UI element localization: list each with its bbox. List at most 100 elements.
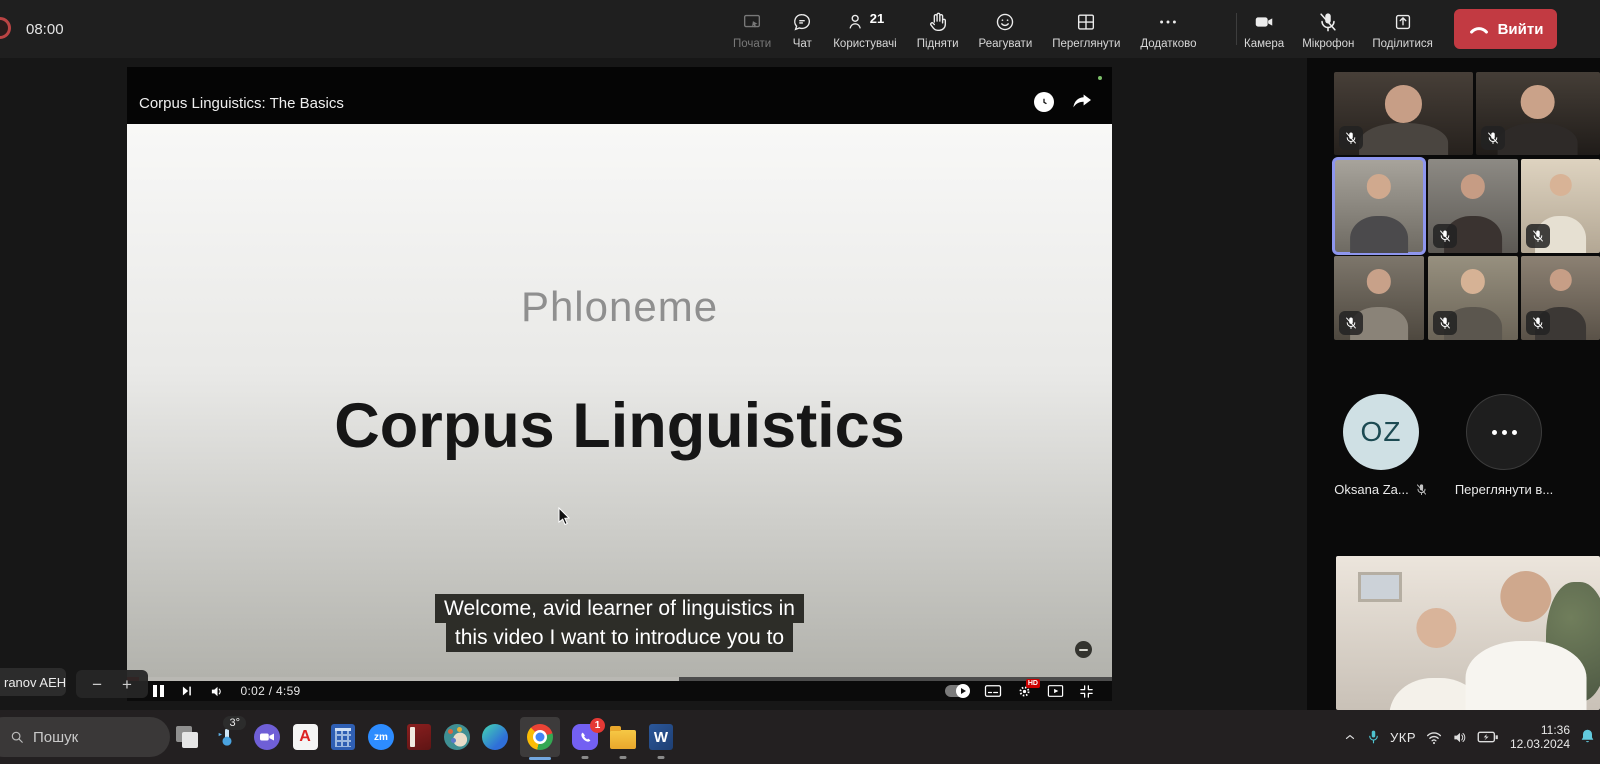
camera-button[interactable]: Камера [1244, 9, 1284, 50]
more-participants-button[interactable] [1466, 394, 1542, 470]
video-content[interactable]: Phloneme Corpus Linguistics Welcome, avi… [127, 124, 1112, 677]
task-view-button[interactable] [174, 724, 200, 750]
teams-meeting-window: 08:00 Почати Чат [0, 0, 1600, 764]
participants-sidebar: OZ Oksana Za... Переглянути в... [1307, 58, 1600, 710]
participant-tile[interactable] [1476, 72, 1600, 155]
taskbar-edge-button[interactable] [482, 724, 508, 750]
participants-icon: 21 [846, 11, 884, 35]
video-time-display: 0:02 / 4:59 [241, 684, 301, 698]
weather-widget[interactable]: 3° [212, 722, 242, 752]
youtube-player[interactable]: Corpus Linguistics: The Basics [127, 67, 1112, 701]
leave-meeting-button[interactable]: Вийти [1454, 9, 1557, 49]
participant-tile[interactable] [1521, 256, 1600, 340]
taskbar-chrome-button[interactable] [520, 717, 560, 757]
participant-name-row: Oksana Za... [1316, 482, 1446, 497]
acrobat-icon: A [293, 724, 318, 750]
play-on-tv-button[interactable] [1047, 684, 1064, 698]
toolbar-device-group: Камера Мікрофон Поділитися [1244, 0, 1433, 58]
raise-hand-button[interactable]: Підняти [917, 9, 959, 50]
tray-expand-icon[interactable] [1343, 730, 1357, 744]
battery-icon[interactable] [1477, 730, 1499, 744]
taskbar-acrobat-button[interactable]: A [292, 724, 318, 750]
more-participants-label: Переглянути в... [1439, 482, 1569, 497]
participants-button[interactable]: 21 Користувачі [833, 9, 896, 50]
mic-muted-icon [1526, 224, 1550, 248]
mic-muted-icon [1415, 483, 1428, 496]
tray-date: 12.03.2024 [1508, 737, 1570, 751]
participant-video [1500, 85, 1577, 155]
more-options-button[interactable]: Додатково [1140, 9, 1196, 50]
microphone-button[interactable]: Мікрофон [1302, 9, 1354, 50]
zoom-in-button[interactable]: + [122, 676, 132, 693]
search-icon [10, 730, 24, 744]
taskbar-word-button[interactable]: W [648, 724, 674, 750]
taskbar-zoom-button[interactable]: zm [368, 724, 394, 750]
recording-indicator-icon [0, 17, 11, 39]
tray-mic-icon[interactable] [1366, 729, 1381, 746]
start-presenting-button[interactable]: Почати [733, 9, 771, 50]
hd-quality-badge: HD [1026, 679, 1040, 688]
participant-tile[interactable] [1428, 159, 1518, 253]
taskbar-paint-button[interactable] [444, 724, 470, 750]
exit-fullscreen-button[interactable] [1079, 684, 1094, 699]
react-button[interactable]: Реагувати [979, 9, 1033, 50]
chat-icon [791, 11, 813, 35]
speaker-icon[interactable] [1452, 730, 1468, 745]
taskbar-calculator-button[interactable] [330, 724, 356, 750]
watch-later-icon[interactable] [1034, 92, 1054, 112]
pause-button[interactable] [153, 685, 164, 697]
share-screen-button[interactable]: Поділитися [1372, 9, 1432, 50]
notification-bell-icon[interactable] [1579, 728, 1596, 746]
language-indicator[interactable]: УКР [1390, 730, 1416, 745]
smiley-icon [994, 11, 1016, 35]
channel-watermark-icon [1075, 641, 1092, 658]
taskbar-explorer-button[interactable] [610, 724, 636, 750]
video-titlebar: Corpus Linguistics: The Basics [127, 67, 1112, 124]
view-button[interactable]: Переглянути [1052, 9, 1120, 50]
taskbar-video-app-button[interactable] [254, 724, 280, 750]
participant-tile[interactable] [1336, 556, 1600, 710]
search-placeholder: Пошук [33, 729, 78, 746]
phone-icon [579, 731, 592, 744]
share-screen-icon [1392, 11, 1414, 35]
mouse-cursor [558, 507, 571, 526]
settings-button[interactable]: HD [1017, 684, 1032, 699]
picture-frame [1358, 572, 1402, 602]
system-tray: УКР 11:36 [1343, 710, 1596, 764]
mic-muted-icon [1339, 126, 1363, 150]
participant-tile[interactable] [1521, 159, 1600, 253]
tray-time: 11:36 [1508, 723, 1570, 737]
participant-tile[interactable] [1334, 72, 1473, 155]
participant-video [1360, 85, 1446, 155]
taskbar-journal-button[interactable] [406, 724, 432, 750]
captions-button[interactable] [984, 684, 1002, 698]
volume-icon[interactable] [210, 684, 225, 699]
mic-muted-icon [1317, 11, 1339, 35]
participant-avatar-oz[interactable]: OZ [1343, 394, 1419, 470]
video-title[interactable]: Corpus Linguistics: The Basics [139, 95, 1034, 112]
share-video-icon[interactable] [1070, 92, 1094, 112]
participant-tile[interactable] [1334, 256, 1424, 340]
participant-name: Oksana Za... [1334, 482, 1408, 497]
tray-clock[interactable]: 11:36 12.03.2024 [1508, 723, 1570, 751]
taskbar-viber-button[interactable]: 1 [572, 724, 598, 750]
video-controls-bar: 0:02 / 4:59 HD [127, 681, 1112, 701]
shared-screen-stage: Corpus Linguistics: The Basics [0, 58, 1307, 710]
present-screen-icon [741, 11, 763, 35]
meeting-timer: 08:00 [26, 21, 64, 38]
chat-button[interactable]: Чат [791, 9, 813, 50]
zoom-out-button[interactable]: − [92, 676, 102, 693]
taskbar-search-input[interactable]: Пошук [0, 717, 170, 757]
wifi-icon[interactable] [1425, 730, 1443, 745]
participant-tile[interactable] [1428, 256, 1518, 340]
raise-hand-icon [927, 11, 949, 35]
caption-line-1: Welcome, avid learner of linguistics in [435, 594, 804, 623]
ellipsis-icon [1157, 11, 1179, 35]
video-camera-icon [260, 732, 274, 742]
windows-taskbar: Пошук 3° A [0, 710, 1600, 764]
autoplay-toggle[interactable] [945, 685, 969, 697]
participant-tile-active-speaker[interactable] [1334, 159, 1424, 253]
next-video-button[interactable] [180, 684, 194, 698]
toolbar-center-group: Почати Чат 21 [733, 0, 1197, 58]
status-dot [1098, 76, 1102, 80]
